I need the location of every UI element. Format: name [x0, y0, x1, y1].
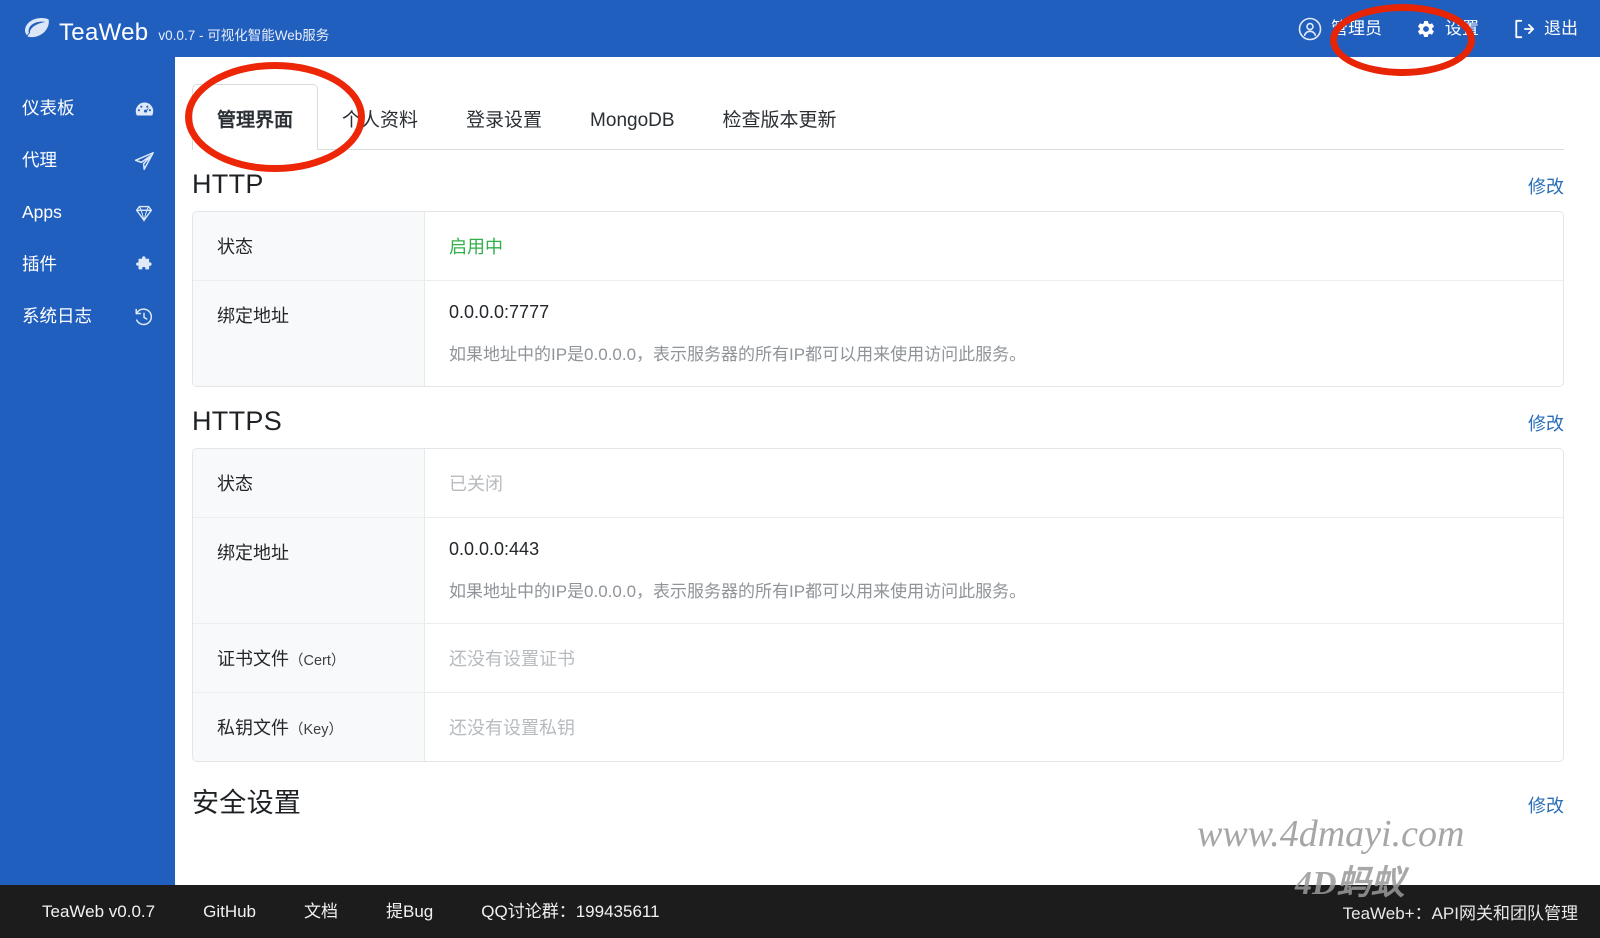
- section-title: HTTP: [192, 169, 264, 199]
- history-icon: [133, 306, 155, 328]
- table-row: 私钥文件（Key） 还没有设置私钥: [193, 693, 1563, 761]
- section-header: HTTPS 修改: [192, 387, 1564, 448]
- diamond-icon: [133, 202, 155, 224]
- dashboard-icon: [133, 98, 155, 120]
- sidebar-item-label: Apps: [22, 202, 62, 223]
- table-row: 证书文件（Cert） 还没有设置证书: [193, 624, 1563, 693]
- http-settings-table: 状态 启用中 绑定地址 0.0.0.0:7777 如果地址中的IP是0.0.0.…: [192, 211, 1564, 387]
- row-key: 私钥文件（Key）: [193, 693, 425, 761]
- settings-label: 设置: [1445, 19, 1479, 38]
- key-file-value: 还没有设置私钥: [449, 718, 575, 738]
- https-settings-table: 状态 已关闭 绑定地址 0.0.0.0:443 如果地址中的IP是0.0.0.0…: [192, 448, 1564, 762]
- footer-link-docs[interactable]: 文档: [280, 903, 362, 920]
- table-row: 状态 已关闭: [193, 449, 1563, 518]
- puzzle-icon: [133, 254, 155, 276]
- row-key: 绑定地址: [193, 281, 425, 386]
- edit-security-link[interactable]: 修改: [1528, 792, 1564, 818]
- logout-button[interactable]: 退出: [1513, 19, 1578, 39]
- section-https: HTTPS 修改 状态 已关闭 绑定地址 0.0.0.0:443 如果地址中的I…: [192, 387, 1564, 762]
- footer-links: TeaWeb v0.0.7 GitHub 文档 提Bug QQ讨论群：19943…: [0, 903, 684, 920]
- edit-http-link[interactable]: 修改: [1528, 173, 1564, 199]
- section-http: HTTP 修改 状态 启用中 绑定地址 0.0.0.0:7777 如果地址中的I…: [192, 150, 1564, 387]
- tab-mongodb[interactable]: MongoDB: [566, 111, 699, 149]
- status-badge: 已关闭: [449, 474, 503, 494]
- sidebar-item-label: 仪表板: [22, 98, 75, 119]
- section-title: HTTPS: [192, 406, 283, 436]
- paper-plane-icon: [133, 150, 155, 172]
- row-value: 启用中: [425, 212, 1563, 281]
- row-key: 状态: [193, 212, 425, 281]
- settings-tabbar: 管理界面 个人资料 登录设置 MongoDB 检查版本更新: [192, 78, 1564, 150]
- row-key-text: 证书文件: [217, 649, 289, 669]
- brand[interactable]: TeaWeb v0.0.7 - 可视化智能Web服务: [0, 13, 329, 45]
- logout-label: 退出: [1544, 19, 1578, 38]
- brand-name: TeaWeb: [59, 18, 149, 46]
- edit-https-link[interactable]: 修改: [1528, 410, 1564, 436]
- bind-address-value: 0.0.0.0:7777: [449, 302, 550, 322]
- brand-subtitle: v0.0.7 - 可视化智能Web服务: [158, 28, 330, 43]
- bind-address-hint: 如果地址中的IP是0.0.0.0，表示服务器的所有IP都可以用来使用访问此服务。: [449, 582, 1027, 601]
- section-security: 安全设置 修改: [192, 762, 1564, 831]
- footer-link-qq-group[interactable]: QQ讨论群：199435611: [457, 903, 683, 920]
- status-badge: 启用中: [449, 237, 503, 257]
- section-header: 安全设置 修改: [192, 762, 1564, 831]
- row-value: 还没有设置证书: [425, 624, 1563, 693]
- table-row: 状态 启用中: [193, 212, 1563, 281]
- footer-link-bug[interactable]: 提Bug: [362, 903, 457, 920]
- row-value: 0.0.0.0:7777 如果地址中的IP是0.0.0.0，表示服务器的所有IP…: [425, 281, 1563, 386]
- sidebar-item-label: 插件: [22, 254, 57, 275]
- row-key-paren: （Cert）: [289, 653, 346, 669]
- user-menu[interactable]: 管理员: [1298, 17, 1382, 41]
- section-title: 安全设置: [192, 788, 302, 818]
- sidebar-item-label: 系统日志: [22, 306, 92, 327]
- leaf-logo-icon: [22, 13, 52, 43]
- row-key-paren: （Key）: [289, 722, 343, 738]
- logout-icon: [1513, 19, 1535, 39]
- app-root: TeaWeb v0.0.7 - 可视化智能Web服务 管理员 设置 退出 仪表板…: [0, 0, 1600, 938]
- row-key: 状态: [193, 449, 425, 518]
- sidebar-item-dashboard[interactable]: 仪表板: [0, 83, 175, 135]
- section-header: HTTP 修改: [192, 150, 1564, 211]
- user-label: 管理员: [1331, 19, 1382, 38]
- row-value: 0.0.0.0:443 如果地址中的IP是0.0.0.0，表示服务器的所有IP都…: [425, 518, 1563, 624]
- settings-button[interactable]: 设置: [1416, 19, 1479, 39]
- cert-file-value: 还没有设置证书: [449, 649, 575, 669]
- sidebar: 仪表板 代理 Apps 插件 系统日志: [0, 57, 175, 885]
- bind-address-value: 0.0.0.0:443: [449, 539, 540, 559]
- sidebar-item-apps[interactable]: Apps: [0, 187, 175, 239]
- footer-link-version[interactable]: TeaWeb v0.0.7: [18, 903, 179, 920]
- table-row: 绑定地址 0.0.0.0:443 如果地址中的IP是0.0.0.0，表示服务器的…: [193, 518, 1563, 624]
- tab-admin-ui[interactable]: 管理界面: [192, 84, 319, 150]
- sidebar-item-syslog[interactable]: 系统日志: [0, 291, 175, 343]
- user-circle-icon: [1298, 17, 1322, 41]
- tab-profile[interactable]: 个人资料: [318, 111, 442, 149]
- footer-promo-link[interactable]: TeaWeb+：API网关和团队管理: [1343, 899, 1600, 924]
- row-key: 证书文件（Cert）: [193, 624, 425, 693]
- tab-login-settings[interactable]: 登录设置: [442, 111, 566, 149]
- row-key-text: 私钥文件: [217, 718, 289, 738]
- tab-check-update[interactable]: 检查版本更新: [699, 111, 861, 149]
- row-value: 还没有设置私钥: [425, 693, 1563, 761]
- gear-icon: [1416, 19, 1436, 39]
- sidebar-item-plugins[interactable]: 插件: [0, 239, 175, 291]
- top-header: TeaWeb v0.0.7 - 可视化智能Web服务 管理员 设置 退出: [0, 0, 1600, 57]
- row-value: 已关闭: [425, 449, 1563, 518]
- table-row: 绑定地址 0.0.0.0:7777 如果地址中的IP是0.0.0.0，表示服务器…: [193, 281, 1563, 386]
- row-key: 绑定地址: [193, 518, 425, 624]
- main-content: 管理界面 个人资料 登录设置 MongoDB 检查版本更新 HTTP 修改 状态…: [175, 57, 1600, 885]
- top-right-actions: 管理员 设置 退出: [1298, 17, 1600, 41]
- sidebar-item-proxy[interactable]: 代理: [0, 135, 175, 187]
- sidebar-item-label: 代理: [22, 150, 57, 171]
- bind-address-hint: 如果地址中的IP是0.0.0.0，表示服务器的所有IP都可以用来使用访问此服务。: [449, 345, 1027, 364]
- footer-bar: TeaWeb v0.0.7 GitHub 文档 提Bug QQ讨论群：19943…: [0, 885, 1600, 938]
- footer-link-github[interactable]: GitHub: [179, 903, 280, 920]
